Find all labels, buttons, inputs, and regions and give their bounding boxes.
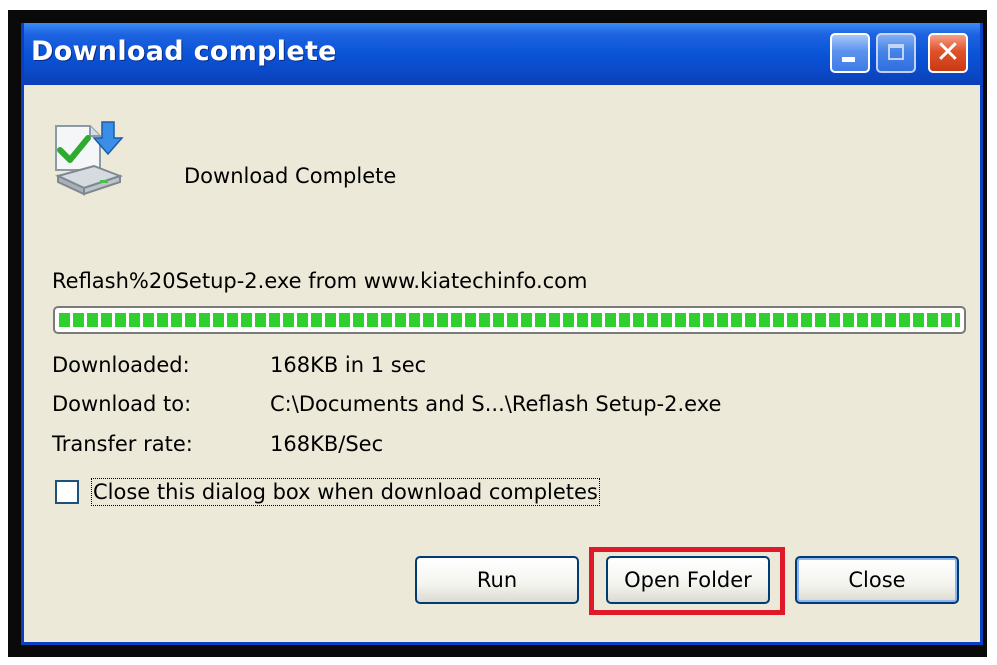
screenshot-frame: Download complete ✕ Download Complete Re… [8,10,987,657]
minimize-icon [842,57,855,62]
transfer-rate-label: Transfer rate: [52,432,193,456]
download-to-label: Download to: [52,392,192,416]
close-button[interactable]: Close [795,556,959,604]
progress-fill [59,313,960,327]
download-source: Reflash%20Setup-2.exe from www.kiatechin… [52,269,588,293]
downloaded-value: 168KB in 1 sec [270,353,427,377]
window-close-button[interactable]: ✕ [928,33,968,73]
title-bar[interactable]: Download complete ✕ [24,23,980,85]
window-title: Download complete [31,36,337,67]
open-folder-highlight [589,547,785,615]
run-button[interactable]: Run [415,556,579,604]
minimize-button[interactable] [830,33,870,73]
downloaded-label: Downloaded: [52,353,190,377]
maximize-icon [888,44,904,60]
maximize-button[interactable] [876,33,916,73]
download-progress-bar [53,306,966,334]
download-to-value: C:\Documents and S...\Reflash Setup-2.ex… [270,392,722,416]
download-complete-icon [55,121,124,196]
close-icon: ✕ [935,35,961,70]
transfer-rate-value: 168KB/Sec [270,432,384,456]
close-when-complete-label[interactable]: Close this dialog box when download comp… [91,478,600,506]
dialog-heading: Download Complete [184,164,397,188]
close-when-complete-checkbox[interactable] [55,480,79,504]
download-complete-dialog: Download complete ✕ Download Complete Re… [21,23,983,645]
